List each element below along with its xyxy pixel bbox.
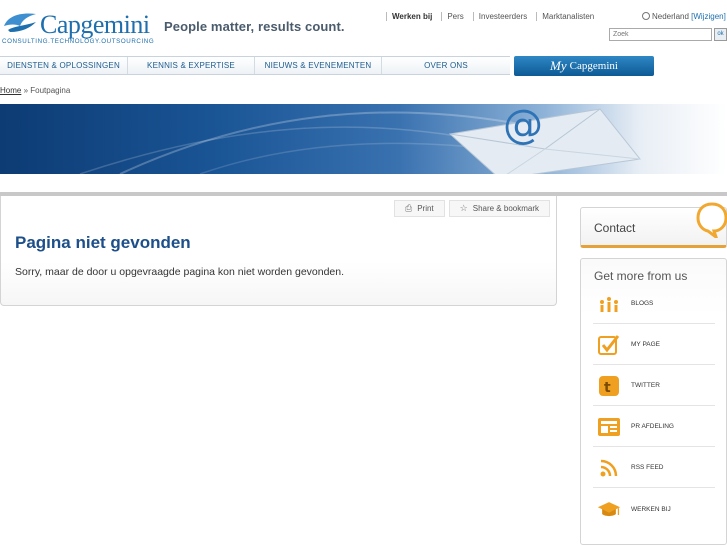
link-marktanalisten[interactable]: Marktanalisten (536, 12, 603, 21)
nav-diensten-oplossingen[interactable]: DIENSTEN & OPLOSSINGEN (0, 57, 128, 74)
sidebar-item-rss-feed[interactable]: RSS FEED (593, 448, 715, 488)
share-bookmark-label: Share & bookmark (472, 204, 539, 213)
blogs-icon (597, 292, 621, 316)
sidebar-item-werken-bij[interactable]: WERKEN BIJ (593, 489, 715, 529)
sidebar-item-label: PR AFDELING (631, 423, 674, 430)
slogan: People matter, results count. (164, 19, 345, 34)
nav-kennis-expertise[interactable]: KENNIS & EXPERTISE (128, 57, 255, 74)
capgemini-logo[interactable]: Capgemini CONSULTING.TECHNOLOGY.OUTSOURC… (2, 8, 155, 48)
error-message: Sorry, maar de door u opgevraagde pagina… (15, 266, 345, 278)
link-pers[interactable]: Pers (441, 12, 472, 21)
search-button[interactable]: ok (714, 28, 727, 41)
speech-bubble-icon (696, 202, 727, 238)
search-input[interactable] (609, 28, 712, 41)
logo-spade-icon (4, 13, 36, 32)
language-selector: Nederland [Wijzigen] (642, 12, 726, 21)
mycapgemini-button[interactable]: My Capgemini (514, 56, 654, 76)
graduation-cap-icon (597, 497, 621, 521)
nav-over-ons[interactable]: OVER ONS (382, 57, 510, 74)
contact-label: Contact (594, 221, 636, 235)
logo-wordmark: Capgemini (40, 10, 150, 39)
sidebar-item-label: MY PAGE (631, 341, 661, 348)
sidebar-item-label: BLOGS (631, 300, 654, 307)
breadcrumb-home[interactable]: Home (0, 86, 21, 95)
sidebar-item-my-page[interactable]: MY PAGE (593, 325, 715, 365)
print-button[interactable]: ⎙ Print (394, 200, 445, 217)
printer-icon: ⎙ (405, 203, 413, 213)
twitter-icon: t (597, 374, 621, 398)
nav-nieuws-evenementen[interactable]: NIEUWS & EVENEMENTEN (255, 57, 382, 74)
sidebar-item-label: TWITTER (631, 382, 660, 389)
email-envelope-illustration: @ (79, 104, 641, 174)
language-name: Nederland (652, 12, 689, 21)
print-label: Print (417, 204, 434, 213)
header-banner: @ (0, 104, 727, 174)
globe-icon (642, 12, 650, 20)
star-icon: ☆ (459, 203, 468, 213)
link-werken-bij[interactable]: Werken bij (386, 12, 441, 21)
mycapgemini-name: Capgemini (569, 60, 618, 72)
main-nav: DIENSTEN & OPLOSSINGEN KENNIS & EXPERTIS… (0, 56, 510, 75)
svg-text:@: @ (503, 104, 543, 148)
get-more-title: Get more from us (594, 269, 688, 283)
svg-text:t: t (604, 380, 611, 396)
sidebar-item-twitter[interactable]: t TWITTER (593, 366, 715, 406)
page-title: Pagina niet gevonden (15, 233, 191, 252)
mycapgemini-my: My (550, 58, 567, 73)
sidebar-item-label: RSS FEED (631, 464, 664, 471)
breadcrumb-separator: » (23, 86, 29, 95)
contact-box[interactable]: Contact (580, 202, 727, 248)
page-tools: ⎙ Print ☆ Share & bookmark (390, 200, 550, 217)
share-bookmark-button[interactable]: ☆ Share & bookmark (448, 200, 550, 217)
breadcrumb-current: Foutpagina (30, 86, 71, 95)
sidebar-item-pr-afdeling[interactable]: PR AFDELING (593, 407, 715, 447)
checkmark-icon (597, 333, 621, 357)
news-icon (597, 415, 621, 439)
sidebar-item-blogs[interactable]: BLOGS (593, 284, 715, 324)
utility-links: Werken bij Pers Investeerders Marktanali… (386, 12, 603, 21)
breadcrumb: Home » Foutpagina (0, 86, 70, 95)
link-investeerders[interactable]: Investeerders (472, 12, 536, 21)
logo-tagline: CONSULTING.TECHNOLOGY.OUTSOURCING (2, 38, 155, 45)
content-panel: ⎙ Print ☆ Share & bookmark Pagina niet g… (0, 196, 557, 306)
get-more-panel: Get more from us BLOGS MY PAGE t TWITTER… (580, 258, 727, 545)
language-change-link[interactable]: [Wijzigen] (691, 12, 726, 21)
rss-icon (597, 456, 621, 480)
sidebar-item-label: WERKEN BIJ (631, 505, 671, 513)
